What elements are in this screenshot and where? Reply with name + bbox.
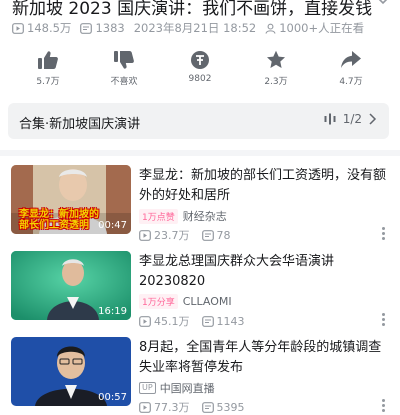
video-duration: 00:57	[98, 392, 127, 403]
share-button[interactable]: 4.7万	[321, 50, 381, 87]
stats-row: 23.7万 78	[139, 227, 243, 243]
danmaku-stat: 1383	[80, 21, 125, 35]
up-badge: UP	[139, 382, 156, 394]
comments-count: 5395	[216, 400, 245, 414]
play-count-icon	[12, 22, 24, 34]
coin-count: 9802	[188, 74, 212, 84]
views-stat: 148.5万	[12, 20, 71, 36]
dislike-label: 不喜欢	[110, 77, 138, 87]
views-stat: 23.7万	[139, 227, 190, 243]
comments-count: 78	[216, 228, 231, 242]
collection-bar[interactable]: 合集·新加坡国庆演讲 1/2	[8, 103, 389, 139]
comment-icon	[201, 229, 214, 241]
uploader-row: UP 中国网直播	[139, 380, 215, 396]
uploader-row: 1万分享 CLLAOMI	[139, 294, 232, 309]
views-count: 148.5万	[27, 21, 72, 35]
uploader-name[interactable]: 中国网直播	[160, 380, 215, 396]
views-count: 45.1万	[154, 315, 190, 328]
video-thumbnail[interactable]: 00:57	[11, 337, 131, 406]
play-count-icon	[139, 315, 151, 327]
publish-date: 2023年8月21日 18:52	[133, 21, 257, 35]
uploader-name[interactable]: CLLAOMI	[183, 295, 232, 308]
collection-title: 合集·新加坡国庆演讲	[19, 117, 141, 132]
video-title[interactable]: 李显龙总理国庆群众大会华语演讲20230820	[139, 252, 389, 292]
comment-icon	[201, 401, 214, 413]
list-item[interactable]: 16:19 李显龙总理国庆群众大会华语演讲20230820 1万分享 CLLAO…	[0, 251, 400, 328]
badge: 1万点赞	[139, 208, 178, 224]
comments-stat: 78	[201, 228, 231, 242]
stats-row: 77.3万 5395	[139, 399, 257, 415]
section-divider	[0, 150, 400, 156]
coin-button[interactable]: 9802	[170, 50, 230, 84]
more-options-icon[interactable]	[382, 313, 386, 327]
video-title[interactable]: 8月起，全国青年人等分年龄段的城镇调查失业率将暂停发布	[139, 338, 389, 378]
chevron-down-icon[interactable]	[376, 0, 390, 8]
collection-pager: 1/2	[324, 112, 377, 126]
uploader-row: 1万点赞 财经杂志	[139, 208, 227, 224]
views-count: 23.7万	[154, 229, 190, 242]
watching-stat: 1000+人正在看	[265, 20, 364, 36]
share-icon	[341, 51, 361, 68]
views-count: 77.3万	[154, 401, 190, 414]
thumb-down-icon	[114, 51, 134, 69]
comments-stat: 1143	[201, 314, 245, 328]
more-options-icon[interactable]	[382, 399, 386, 413]
danmaku-count: 1383	[95, 21, 125, 35]
views-stat: 77.3万	[139, 399, 190, 415]
chevron-right-icon	[369, 113, 377, 125]
thumbnail-caption: 李显龙：新加坡的 部长们工资透明	[19, 209, 99, 231]
uploader-name[interactable]: 财经杂志	[183, 208, 227, 224]
list-item[interactable]: 李显龙：新加坡的 部长们工资透明 00:47 李显龙：新加坡的部长们工资透明，没…	[0, 165, 400, 242]
video-duration: 16:19	[98, 306, 127, 317]
stats-row: 45.1万 1143	[139, 313, 257, 329]
watching-icon	[265, 23, 276, 34]
comments-stat: 5395	[201, 400, 245, 414]
views-stat: 45.1万	[139, 313, 190, 329]
more-options-icon[interactable]	[382, 227, 386, 241]
action-bar: 5.7万 不喜欢 9802 2.3万 4.7万	[0, 50, 400, 94]
video-meta: 148.5万 1383 2023年8月21日 18:52 1000+人正在看	[12, 20, 373, 36]
thumbnail-caption-line: 部长们工资透明	[19, 220, 89, 231]
star-icon	[267, 50, 285, 68]
video-duration: 00:47	[98, 220, 127, 231]
dislike-button[interactable]: 不喜欢	[94, 50, 154, 87]
playlist-bars-icon	[324, 113, 336, 125]
comments-count: 1143	[216, 314, 245, 328]
video-thumbnail[interactable]: 李显龙：新加坡的 部长们工资透明 00:47	[11, 165, 131, 234]
video-title[interactable]: 李显龙：新加坡的部长们工资透明，没有额外的好处和居所	[139, 166, 389, 206]
comment-icon	[201, 315, 214, 327]
play-count-icon	[139, 401, 151, 413]
thumbnail-caption-line: 李显龙：新加坡的	[19, 209, 99, 220]
video-title-row: 新加坡 2023 国庆演讲：我们不画饼，直接发钱	[0, 0, 400, 22]
favorite-count: 2.3万	[264, 77, 288, 87]
thumb-up-icon	[38, 51, 58, 69]
share-count: 4.7万	[339, 77, 363, 87]
like-button[interactable]: 5.7万	[18, 50, 78, 87]
like-count: 5.7万	[36, 77, 60, 87]
danmaku-icon	[80, 22, 93, 34]
video-thumbnail[interactable]: 16:19	[11, 251, 131, 320]
coin-icon	[191, 51, 209, 69]
collection-page: 1/2	[342, 112, 362, 126]
badge: 1万分享	[139, 294, 178, 309]
favorite-button[interactable]: 2.3万	[246, 50, 306, 87]
play-count-icon	[139, 229, 151, 241]
watching-count: 1000+人正在看	[279, 21, 365, 35]
video-title: 新加坡 2023 国庆演讲：我们不画饼，直接发钱	[12, 0, 373, 19]
